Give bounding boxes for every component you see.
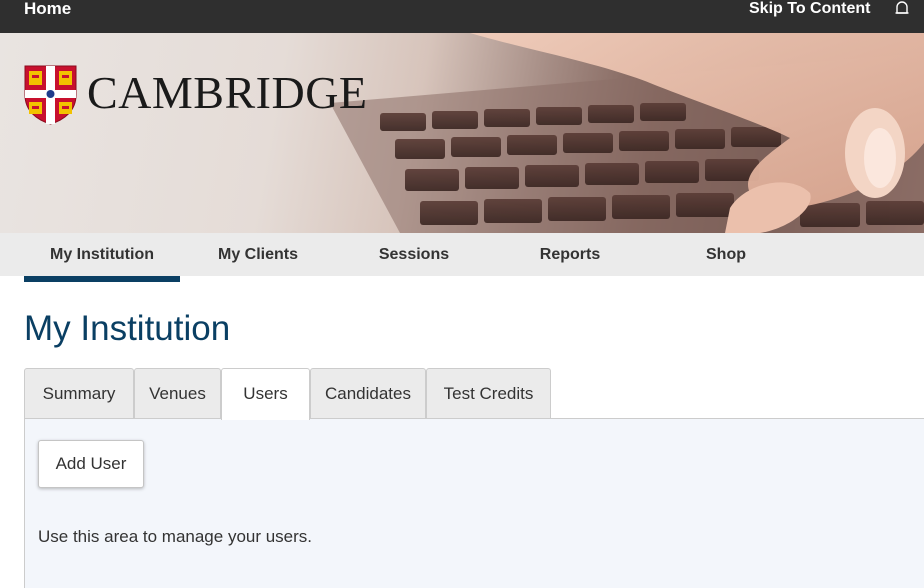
users-description: Use this area to manage your users. (38, 527, 313, 546)
add-user-button[interactable]: Add User (38, 440, 144, 488)
nav-my-institution[interactable]: My Institution (24, 233, 180, 276)
tab-summary[interactable]: Summary (24, 368, 134, 419)
skip-to-content-link[interactable]: Skip To Content (749, 0, 870, 18)
home-link[interactable]: Home (24, 0, 71, 18)
hero-banner: CAMBRIDGE (0, 33, 924, 233)
tab-candidates[interactable]: Candidates (310, 368, 426, 419)
page-title: My Institution (24, 309, 231, 348)
top-bar: Home Skip To Content (0, 0, 924, 33)
hero-keyboard-image (330, 33, 924, 233)
cambridge-shield-logo (24, 65, 77, 125)
nav-shop[interactable]: Shop (648, 233, 804, 276)
nav-active-indicator (24, 276, 180, 282)
tab-test-credits[interactable]: Test Credits (426, 368, 551, 419)
tab-venues[interactable]: Venues (134, 368, 221, 419)
nav-sessions[interactable]: Sessions (336, 233, 492, 276)
cambridge-logo-text: CAMBRIDGE (87, 67, 368, 118)
nav-reports[interactable]: Reports (492, 233, 648, 276)
bell-icon[interactable] (893, 0, 911, 18)
users-tab-panel (24, 418, 924, 588)
main-nav: My Institution My Clients Sessions Repor… (0, 233, 924, 276)
nav-my-clients[interactable]: My Clients (180, 233, 336, 276)
tab-users[interactable]: Users (221, 368, 310, 420)
